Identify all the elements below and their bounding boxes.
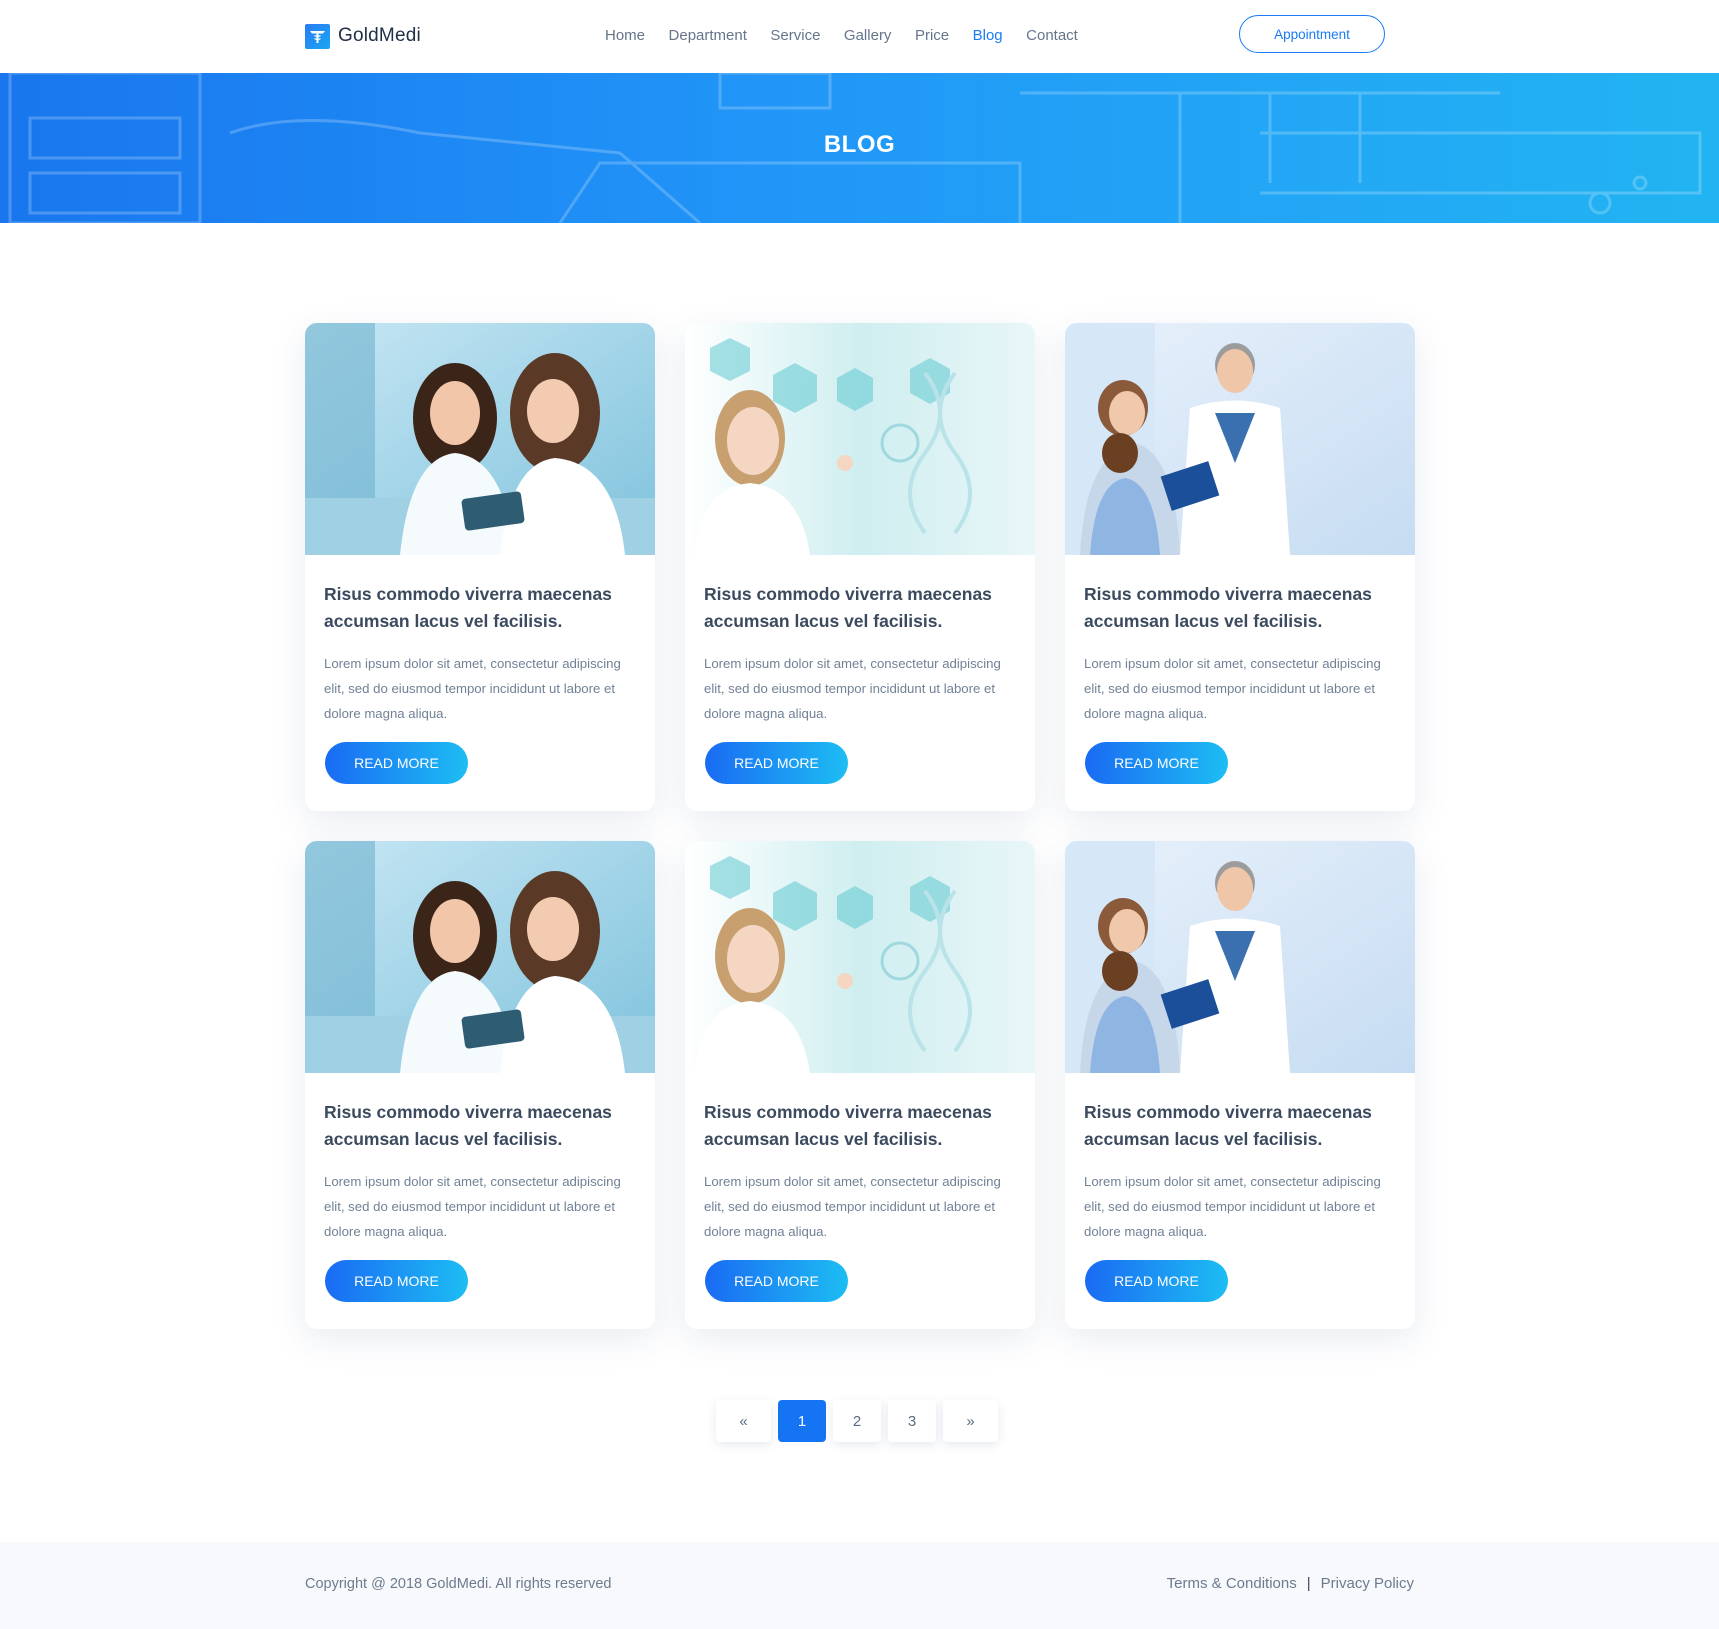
doctor-with-family-image[interactable]	[1065, 323, 1415, 555]
page-1-button[interactable]: 1	[778, 1400, 826, 1442]
read-more-button[interactable]: READ MORE	[1085, 1260, 1228, 1302]
site-footer: Copyright @ 2018 GoldMedi. All rights re…	[0, 1542, 1719, 1629]
footer-links: Terms & Conditions | Privacy Policy	[1167, 1575, 1414, 1592]
nav-item-price[interactable]: Price	[915, 24, 949, 48]
caduceus-icon	[305, 23, 330, 49]
blog-card: Risus commodo viverra maecenas accumsan …	[685, 841, 1035, 1329]
blog-card: Risus commodo viverra maecenas accumsan …	[1065, 841, 1415, 1329]
doctor-with-family-image[interactable]	[1065, 841, 1415, 1073]
site-header: GoldMedi Home Department Service Gallery…	[0, 0, 1719, 73]
doctor-digital-dna-image[interactable]	[685, 841, 1035, 1073]
nav-item-gallery[interactable]: Gallery	[844, 24, 892, 48]
post-excerpt: Lorem ipsum dolor sit amet, consectetur …	[704, 656, 1001, 721]
brand-name: GoldMedi	[338, 25, 421, 46]
post-title[interactable]: Risus commodo viverra maecenas accumsan …	[324, 581, 639, 635]
terms-link[interactable]: Terms & Conditions	[1167, 1575, 1297, 1592]
prev-page-button[interactable]: «	[716, 1400, 771, 1442]
read-more-button[interactable]: READ MORE	[1085, 742, 1228, 784]
post-title[interactable]: Risus commodo viverra maecenas accumsan …	[1084, 581, 1399, 635]
nav-item-blog[interactable]: Blog	[973, 24, 1003, 48]
nav-item-home[interactable]: Home	[605, 24, 645, 48]
post-excerpt: Lorem ipsum dolor sit amet, consectetur …	[704, 1174, 1001, 1239]
post-excerpt: Lorem ipsum dolor sit amet, consectetur …	[1084, 1174, 1381, 1239]
page-title: BLOG	[823, 131, 896, 158]
pagination: « 1 2 3 »	[716, 1400, 998, 1442]
doctor-digital-dna-image[interactable]	[685, 323, 1035, 555]
doctors-with-tablet-image[interactable]	[305, 323, 655, 555]
post-title[interactable]: Risus commodo viverra maecenas accumsan …	[704, 581, 1019, 635]
page-3-button[interactable]: 3	[888, 1400, 936, 1442]
read-more-button[interactable]: READ MORE	[325, 1260, 468, 1302]
privacy-link[interactable]: Privacy Policy	[1321, 1575, 1414, 1592]
nav-item-department[interactable]: Department	[669, 24, 747, 48]
read-more-button[interactable]: READ MORE	[325, 742, 468, 784]
post-title[interactable]: Risus commodo viverra maecenas accumsan …	[704, 1099, 1019, 1153]
post-excerpt: Lorem ipsum dolor sit amet, consectetur …	[324, 1174, 621, 1239]
blog-card: Risus commodo viverra maecenas accumsan …	[305, 323, 655, 811]
post-title[interactable]: Risus commodo viverra maecenas accumsan …	[324, 1099, 639, 1153]
page-2-button[interactable]: 2	[833, 1400, 881, 1442]
blog-card: Risus commodo viverra maecenas accumsan …	[685, 323, 1035, 811]
read-more-button[interactable]: READ MORE	[705, 1260, 848, 1302]
post-excerpt: Lorem ipsum dolor sit amet, consectetur …	[1084, 656, 1381, 721]
page-banner: BLOG	[0, 73, 1719, 223]
appointment-button[interactable]: Appointment	[1239, 15, 1385, 53]
doctors-with-tablet-image[interactable]	[305, 841, 655, 1073]
copyright-text: Copyright @ 2018 GoldMedi. All rights re…	[305, 1576, 612, 1592]
footer-separator: |	[1306, 1575, 1311, 1592]
blog-card: Risus commodo viverra maecenas accumsan …	[1065, 323, 1415, 811]
main-nav: Home Department Service Gallery Price Bl…	[605, 24, 1101, 48]
blog-card: Risus commodo viverra maecenas accumsan …	[305, 841, 655, 1329]
brand-logo-link[interactable]: GoldMedi	[305, 23, 421, 49]
next-page-button[interactable]: »	[943, 1400, 998, 1442]
nav-item-contact[interactable]: Contact	[1026, 24, 1078, 48]
nav-item-service[interactable]: Service	[770, 24, 820, 48]
post-title[interactable]: Risus commodo viverra maecenas accumsan …	[1084, 1099, 1399, 1153]
post-excerpt: Lorem ipsum dolor sit amet, consectetur …	[324, 656, 621, 721]
read-more-button[interactable]: READ MORE	[705, 742, 848, 784]
